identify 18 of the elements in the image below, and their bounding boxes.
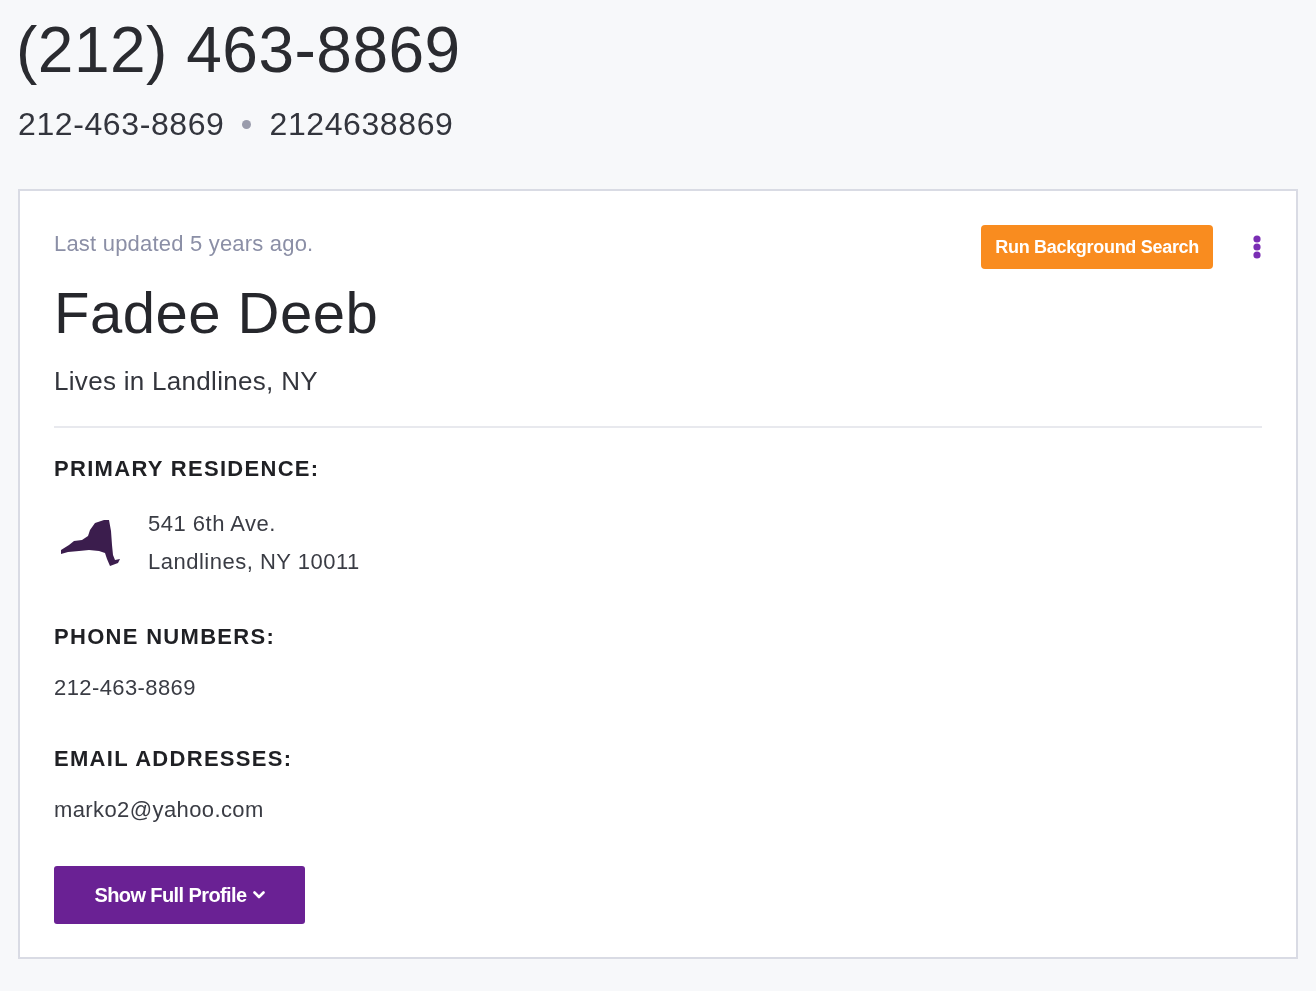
section-heading: PRIMARY RESIDENCE: — [54, 455, 321, 483]
chevron-down-icon — [252, 891, 265, 899]
section-heading: PHONE NUMBERS: — [54, 623, 277, 651]
separator-dot-icon — [242, 119, 252, 129]
more-options-icon[interactable] — [1253, 235, 1261, 259]
address-line: Landlines, NY 10011 — [148, 548, 360, 576]
contact-value: marko2@yahoo.com — [54, 796, 265, 824]
phone-number-variant: 2124638869 — [269, 105, 454, 144]
section-heading: EMAIL ADDRESSES: — [54, 745, 294, 773]
contact-value: 212-463-8869 — [54, 674, 197, 702]
location-text: Lives in Landlines, NY — [54, 365, 319, 398]
person-name: Fadee Deeb — [54, 281, 380, 345]
phone-number-title: (212) 463-8869 — [16, 14, 461, 86]
address-line: 541 6th Ave. — [148, 510, 277, 538]
last-updated-text: Last updated 5 years ago. — [54, 231, 315, 257]
phone-number-variant: 212-463-8869 — [18, 105, 225, 144]
show-full-profile-button[interactable]: Show Full Profile — [54, 866, 305, 924]
state-map-icon — [60, 519, 120, 567]
